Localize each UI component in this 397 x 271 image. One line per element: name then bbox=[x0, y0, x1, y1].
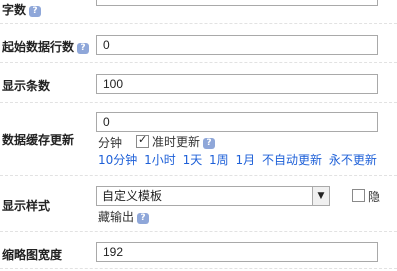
display-count-input[interactable]: 100 bbox=[96, 74, 378, 94]
display-style-select[interactable]: 自定义模板 ▼ bbox=[96, 186, 330, 206]
help-icon[interactable]: ? bbox=[203, 138, 216, 149]
hide-output-label: 藏输出? bbox=[98, 208, 150, 225]
word-count-label: 字数? bbox=[2, 1, 42, 18]
preset-never-update-link[interactable]: 永不更新 bbox=[329, 153, 377, 167]
chevron-down-icon[interactable]: ▼ bbox=[312, 187, 329, 205]
thumb-width-label: 缩略图宽度 bbox=[2, 248, 63, 262]
display-style-label: 显示样式 bbox=[2, 199, 51, 213]
preset-1week-link[interactable]: 1周 bbox=[209, 153, 229, 167]
start-row-label: 起始数据行数? bbox=[2, 38, 90, 55]
display-count-label: 显示条数 bbox=[2, 79, 51, 93]
cache-update-input[interactable]: 0 bbox=[96, 112, 378, 132]
divider bbox=[0, 23, 397, 24]
start-row-input[interactable]: 0 bbox=[96, 35, 378, 55]
help-icon[interactable]: ? bbox=[137, 213, 150, 224]
hide-output-label-part1: 隐 bbox=[368, 190, 381, 204]
thumb-width-input[interactable]: 192 bbox=[96, 242, 378, 262]
divider bbox=[0, 102, 397, 103]
cache-update-label: 数据缓存更新 bbox=[2, 133, 75, 147]
timed-update-label: 准时更新? bbox=[152, 133, 216, 150]
timed-update-checkbox[interactable] bbox=[136, 133, 149, 148]
cache-preset-links: 10分钟 1小时 1天 1周 1月 不自动更新 永不更新 bbox=[98, 151, 377, 168]
hide-output-checkbox[interactable] bbox=[352, 189, 365, 202]
divider bbox=[0, 62, 397, 63]
preset-1day-link[interactable]: 1天 bbox=[183, 153, 203, 167]
help-icon[interactable]: ? bbox=[29, 6, 42, 17]
word-count-input[interactable] bbox=[96, 0, 378, 6]
preset-1month-link[interactable]: 1月 bbox=[236, 153, 256, 167]
divider bbox=[0, 231, 397, 232]
help-icon[interactable]: ? bbox=[77, 43, 90, 54]
divider bbox=[0, 175, 397, 176]
preset-1hour-link[interactable]: 1小时 bbox=[144, 153, 176, 167]
cache-unit-text: 分钟 bbox=[98, 136, 123, 150]
divider bbox=[0, 268, 397, 269]
preset-10min-link[interactable]: 10分钟 bbox=[98, 153, 137, 167]
preset-no-auto-update-link[interactable]: 不自动更新 bbox=[262, 153, 322, 167]
